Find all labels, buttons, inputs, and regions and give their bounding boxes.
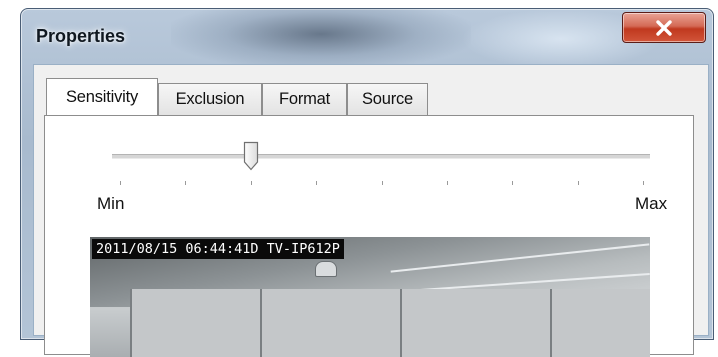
sensitivity-panel: Min Max 2011/08/15 06:44:41D TV-IP612P xyxy=(44,115,694,357)
camera-preview: 2011/08/15 06:44:41D TV-IP612P xyxy=(90,237,650,357)
tab-label: Exclusion xyxy=(175,90,245,108)
slider-tick xyxy=(120,181,121,185)
wall-panel xyxy=(130,289,262,357)
tab-label: Source xyxy=(361,90,414,108)
wall-panel xyxy=(400,289,552,357)
slider-min-label: Min xyxy=(97,194,125,213)
wall-panel xyxy=(260,289,402,357)
glass-reflection xyxy=(171,9,471,69)
wall-panel xyxy=(550,289,650,357)
tab-sensitivity[interactable]: Sensitivity xyxy=(46,78,158,115)
tab-label: Sensitivity xyxy=(65,87,139,106)
slider-tick xyxy=(185,181,187,185)
close-button[interactable] xyxy=(622,12,706,43)
window-title: Properties xyxy=(36,26,126,46)
slider-tick xyxy=(446,181,448,185)
slider-tick xyxy=(512,181,514,185)
close-x-icon xyxy=(655,19,673,36)
dialog-client-area: Sensitivity Exclusion Format Source Min … xyxy=(33,64,709,357)
camera-timestamp-overlay: 2011/08/15 06:44:41D TV-IP612P xyxy=(92,239,344,259)
slider-track[interactable] xyxy=(112,154,650,159)
slider-tick xyxy=(381,181,383,185)
tab-source[interactable]: Source xyxy=(347,83,428,115)
slider-max-label: Max xyxy=(635,194,668,213)
slider-tick xyxy=(643,181,644,185)
slider-thumb[interactable] xyxy=(243,141,259,171)
slider-tick xyxy=(316,181,318,185)
ceiling-camera xyxy=(315,261,337,277)
tab-exclusion[interactable]: Exclusion xyxy=(158,83,262,115)
slider-tick xyxy=(250,181,252,185)
tab-format[interactable]: Format xyxy=(262,83,347,115)
slider-tick xyxy=(577,181,579,185)
sensitivity-slider[interactable]: Min Max xyxy=(97,141,667,221)
tab-label: Format xyxy=(278,90,331,108)
